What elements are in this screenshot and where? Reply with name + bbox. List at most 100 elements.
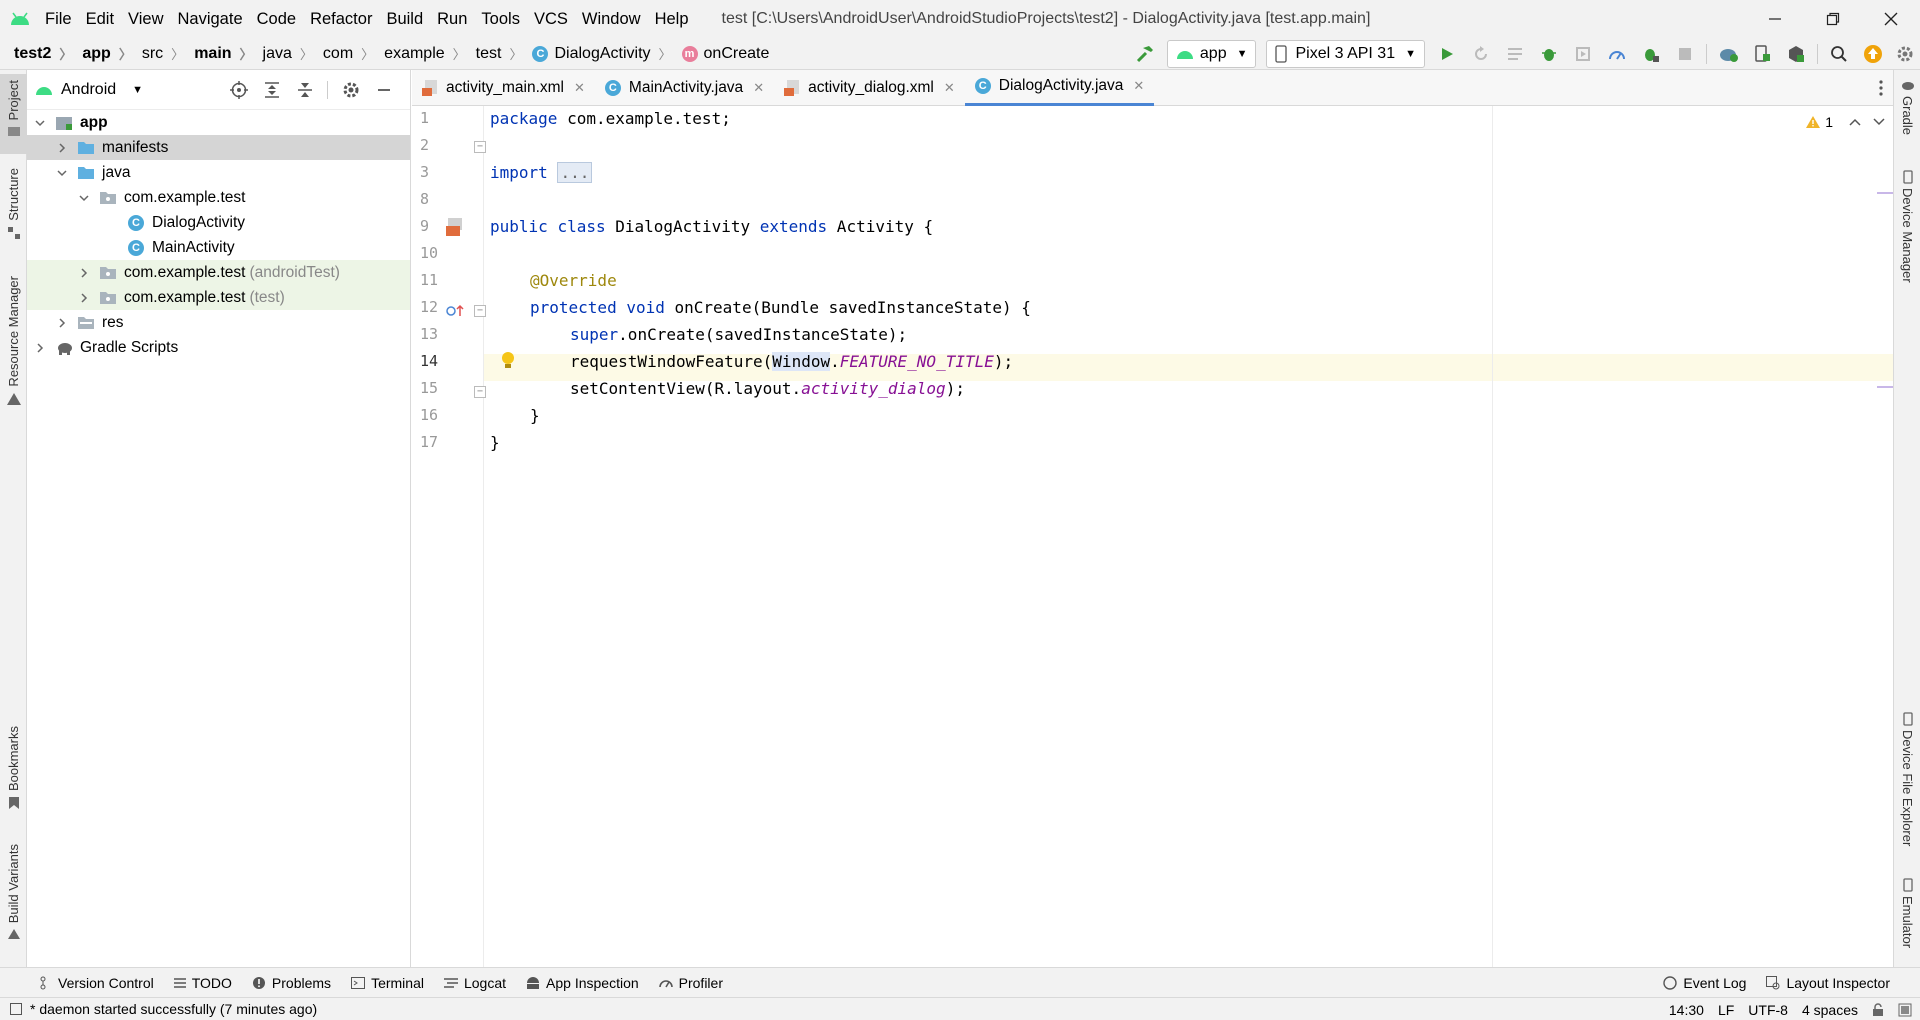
status-message[interactable]: * daemon started successfully (7 minutes… [30,1001,317,1017]
fold-toggle-icon[interactable]: − [474,141,486,153]
bookmarks-tool-tab[interactable]: Bookmarks [0,720,27,820]
settings-gear-icon[interactable] [1890,38,1920,70]
breadcrumb-project[interactable]: test2 〉 [0,38,72,70]
caret-position[interactable]: 14:30 [1669,1002,1704,1018]
gear-icon[interactable] [334,81,367,99]
sdk-manager-icon[interactable] [1779,38,1813,70]
toggle-tool-windows-icon[interactable] [10,1003,22,1015]
chevron-right-icon[interactable] [33,341,47,355]
resource-manager-tool-tab[interactable]: Resource Manager [0,270,27,410]
update-arrow-icon[interactable] [1856,38,1890,70]
code-editor[interactable]: 1 2 3 8 9 10 11 12 13 14 15 16 17 − − − [412,106,1893,967]
terminal-tab[interactable]: Terminal [341,968,434,998]
next-highlight-icon[interactable] [1873,118,1885,126]
minimize-button[interactable] [1746,0,1804,38]
previous-highlight-icon[interactable] [1849,118,1861,126]
device-manager-tool-tab[interactable]: Device Manager [1894,170,1920,300]
menu-run[interactable]: Run [430,0,474,38]
run-play-icon[interactable] [1430,38,1464,70]
make-project-hammer-icon[interactable] [1128,38,1162,70]
tab-dialogactivity-java[interactable]: C DialogActivity.java ✕ [964,70,1155,106]
attach-debugger-icon[interactable] [1634,38,1668,70]
hide-panel-icon[interactable] [367,82,400,98]
apply-changes-restart-icon[interactable] [1464,38,1498,70]
menu-build[interactable]: Build [379,0,430,38]
run-with-coverage-icon[interactable] [1566,38,1600,70]
tree-node-app[interactable]: app [27,110,410,135]
structure-tool-tab[interactable]: Structure [0,162,27,252]
tab-activity-dialog-xml[interactable]: activity_dialog.xml ✕ [774,70,965,106]
collapse-all-icon[interactable] [288,81,321,99]
indent-setting[interactable]: 4 spaces [1802,1002,1858,1018]
menu-view[interactable]: View [121,0,170,38]
logcat-tab[interactable]: Logcat [434,968,516,998]
device-select[interactable]: Pixel 3 API 31 ▼ [1266,40,1425,68]
folded-imports[interactable]: ... [557,162,593,183]
tree-node-package-androidtest[interactable]: com.example.test (androidTest) [27,260,410,285]
device-file-explorer-tool-tab[interactable]: Device File Explorer [1894,712,1920,852]
close-tab-icon[interactable]: ✕ [944,80,955,96]
gradle-tool-tab[interactable]: Gradle [1894,80,1920,150]
tree-node-manifests[interactable]: manifests [27,135,410,160]
chevron-right-icon[interactable] [77,266,91,280]
memory-indicator-icon[interactable] [1898,1003,1912,1017]
menu-help[interactable]: Help [648,0,696,38]
chevron-down-icon[interactable] [55,166,69,180]
chevron-right-icon[interactable] [77,291,91,305]
breadcrumb-example[interactable]: example 〉 [374,38,466,70]
menu-window[interactable]: Window [575,0,648,38]
breadcrumb-class[interactable]: C DialogActivity 〉 [522,38,672,70]
menu-code[interactable]: Code [250,0,303,38]
expand-all-icon[interactable] [255,81,288,99]
search-icon[interactable] [1822,38,1856,70]
event-log-tab[interactable]: Event Log [1653,968,1756,998]
fold-toggle-icon[interactable]: − [474,305,486,317]
tree-node-gradle-scripts[interactable]: Gradle Scripts [27,335,410,360]
breadcrumb-module[interactable]: app 〉 [72,38,131,70]
tree-node-mainactivity[interactable]: C MainActivity [27,235,410,260]
tree-node-java[interactable]: java [27,160,410,185]
tree-node-package[interactable]: com.example.test [27,185,410,210]
run-config-select[interactable]: app ▼ [1166,40,1257,68]
menu-tools[interactable]: Tools [474,0,527,38]
stop-icon[interactable] [1668,38,1702,70]
layout-inspector-tab[interactable]: Layout Inspector [1756,968,1900,998]
breadcrumb-com[interactable]: com 〉 [313,38,374,70]
layout-resource-gutter-icon[interactable] [446,218,466,236]
build-variants-tool-tab[interactable]: Build Variants [0,838,27,963]
tree-node-package-test[interactable]: com.example.test (test) [27,285,410,310]
tree-node-dialogactivity[interactable]: C DialogActivity [27,210,410,235]
line-separator[interactable]: LF [1718,1002,1734,1018]
tree-node-res[interactable]: res [27,310,410,335]
todo-tab[interactable]: TODO [164,968,242,998]
chevron-right-icon[interactable] [55,141,69,155]
file-encoding[interactable]: UTF-8 [1748,1002,1788,1018]
device-manager-icon[interactable] [1745,38,1779,70]
menu-refactor[interactable]: Refactor [303,0,379,38]
close-tab-icon[interactable]: ✕ [753,80,764,96]
breadcrumb-method[interactable]: m onCreate [672,38,769,70]
breadcrumb-test[interactable]: test 〉 [466,38,523,70]
profiler-tab[interactable]: Profiler [649,968,733,998]
close-tab-icon[interactable]: ✕ [1133,78,1144,94]
sync-gradle-icon[interactable] [1711,38,1745,70]
apply-code-changes-icon[interactable] [1498,38,1532,70]
fold-toggle-icon[interactable]: − [474,386,486,398]
tab-activity-main-xml[interactable]: activity_main.xml ✕ [412,70,595,106]
breadcrumb-java[interactable]: java 〉 [253,38,313,70]
debug-bug-icon[interactable] [1532,38,1566,70]
intention-lightbulb-icon[interactable] [500,351,516,371]
chevron-down-icon[interactable] [33,116,47,130]
breadcrumb-main[interactable]: main 〉 [184,38,252,70]
emulator-tool-tab[interactable]: Emulator [1894,878,1920,963]
profile-icon[interactable] [1600,38,1634,70]
menu-edit[interactable]: Edit [79,0,121,38]
app-inspection-tab[interactable]: App Inspection [516,968,649,998]
menu-vcs[interactable]: VCS [527,0,575,38]
chevron-right-icon[interactable] [55,316,69,330]
problems-tab[interactable]: Problems [242,968,341,998]
locate-target-icon[interactable] [222,81,255,99]
breadcrumb-src[interactable]: src 〉 [132,38,184,70]
menu-navigate[interactable]: Navigate [171,0,250,38]
close-window-button[interactable] [1862,0,1920,38]
